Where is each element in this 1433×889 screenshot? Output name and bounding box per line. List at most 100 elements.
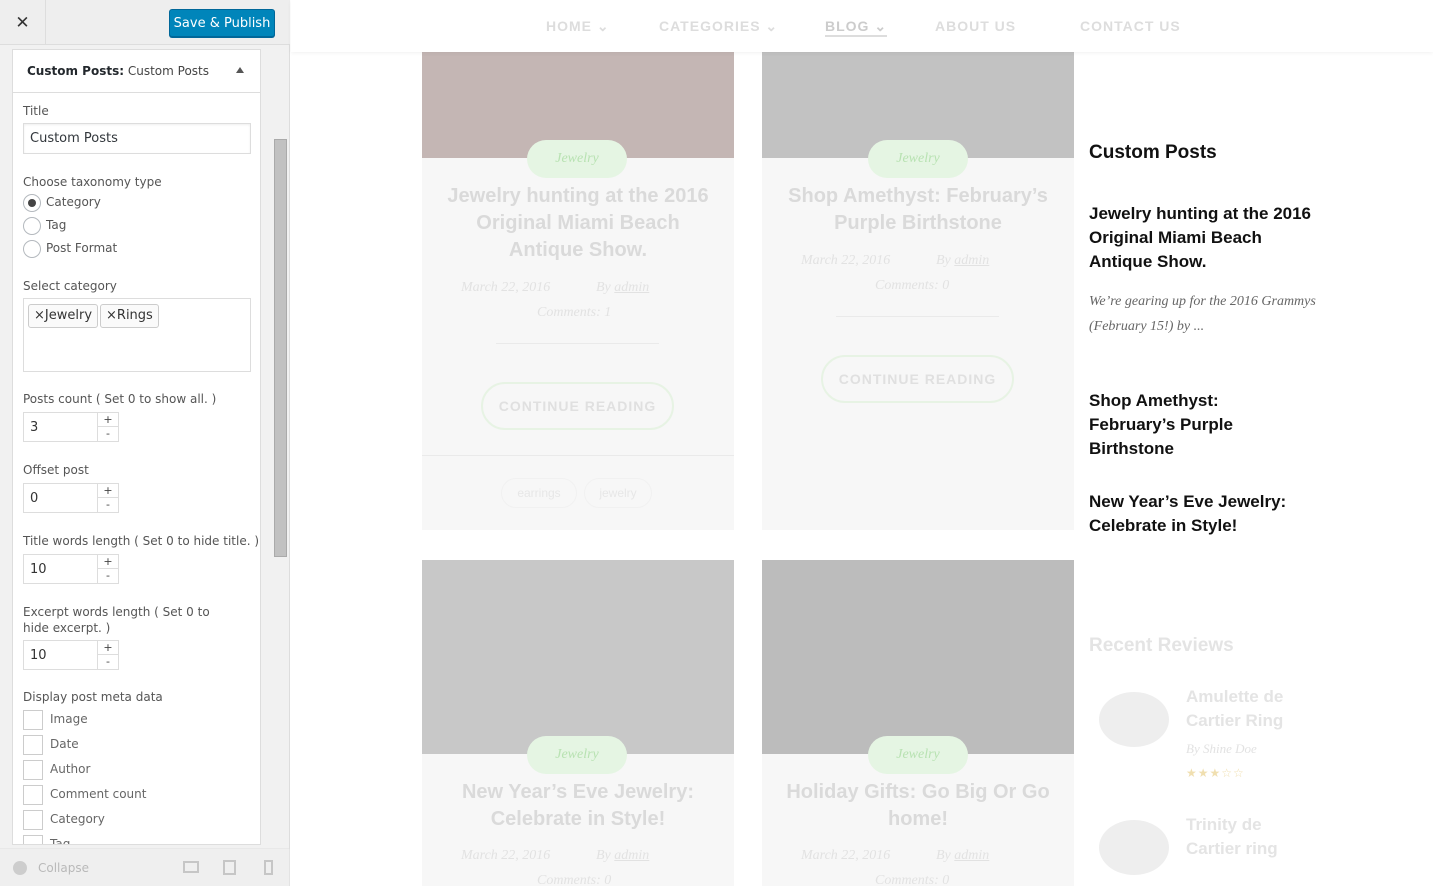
close-icon[interactable]: ✕	[0, 0, 46, 45]
collapse-icon[interactable]	[13, 861, 27, 875]
radio-tag-label: Tag	[46, 218, 67, 232]
widget-title: Custom Posts	[1089, 142, 1217, 163]
desktop-preview-icon[interactable]	[183, 861, 199, 873]
checkbox-comment-count[interactable]	[23, 785, 43, 805]
excerpt-words-value[interactable]: 10	[30, 648, 47, 663]
chip-label: Rings	[116, 308, 153, 323]
review-product-name[interactable]: Trinity de Cartier ring	[1186, 813, 1296, 861]
mobile-preview-icon[interactable]	[264, 860, 273, 875]
title-input[interactable]: Custom Posts	[23, 123, 251, 154]
decrement-button[interactable]: -	[97, 569, 118, 583]
post-author[interactable]: admin	[614, 280, 649, 295]
nav-home[interactable]: HOME ⌄	[546, 18, 610, 35]
chip-remove-icon[interactable]: ×	[34, 308, 45, 323]
post-title[interactable]: Jewelry hunting at the 2016 Original Mia…	[437, 183, 719, 264]
category-label: Select category	[23, 279, 117, 293]
post-title[interactable]: Holiday Gifts: Go Big Or Go home!	[777, 779, 1059, 833]
title-words-label: Title words length ( Set 0 to hide title…	[23, 534, 260, 548]
post-title[interactable]: New Year’s Eve Jewelry: Celebrate in Sty…	[437, 779, 719, 833]
title-words-value[interactable]: 10	[30, 562, 47, 577]
widget-type: Custom Posts:	[27, 64, 125, 78]
custom-post-title[interactable]: Jewelry hunting at the 2016 Original Mia…	[1089, 202, 1323, 274]
post-comments[interactable]: Comments: 0	[875, 278, 949, 294]
post-category-badge[interactable]: Jewelry	[868, 140, 968, 178]
chip-label: Jewelry	[44, 308, 93, 323]
custom-post-title[interactable]: Shop Amethyst: February’s Purple Birthst…	[1089, 389, 1289, 461]
nav-about[interactable]: ABOUT US	[935, 18, 1016, 34]
nav-categories[interactable]: CATEGORIES ⌄	[659, 18, 778, 35]
radio-post-format[interactable]	[23, 240, 41, 258]
posts-count-value[interactable]: 3	[30, 420, 38, 435]
chip-jewelry[interactable]: ×Jewelry	[28, 304, 99, 328]
increment-button[interactable]: +	[97, 555, 118, 569]
collapse-arrow-icon[interactable]	[236, 67, 244, 73]
post-date: March 22, 2016	[461, 848, 551, 863]
post-comments[interactable]: Comments: 0	[537, 873, 611, 889]
checkbox-author-label: Author	[50, 762, 91, 776]
checkbox-tag[interactable]	[23, 835, 43, 844]
checkbox-category[interactable]	[23, 810, 43, 830]
panel-scrollbar[interactable]	[273, 45, 289, 845]
review-product-name[interactable]: Amulette de Cartier Ring	[1186, 685, 1316, 733]
nav-categories-label: CATEGORIES	[659, 18, 761, 34]
recent-reviews-title: Recent Reviews	[1089, 635, 1234, 656]
checkbox-date[interactable]	[23, 735, 43, 755]
post-image-3[interactable]	[422, 560, 734, 754]
tag-link[interactable]: jewelry	[584, 478, 652, 508]
post-image-4[interactable]	[762, 560, 1074, 754]
widget-header[interactable]: Custom Posts: Custom Posts	[13, 50, 260, 93]
radio-tag[interactable]	[23, 217, 41, 235]
widget-settings-panel: Custom Posts: Custom Posts Title Custom …	[12, 49, 261, 845]
post-date: March 22, 2016	[801, 253, 891, 268]
category-select[interactable]: ×Jewelry ×Rings	[23, 298, 251, 372]
meta-label: Display post meta data	[23, 690, 163, 704]
scrollbar-thumb[interactable]	[274, 139, 287, 557]
increment-button[interactable]: +	[97, 413, 118, 427]
post-title[interactable]: Shop Amethyst: February’s Purple Birthst…	[777, 183, 1059, 237]
post-by: By admin	[936, 253, 989, 269]
title-words-stepper[interactable]: 10 + -	[23, 554, 119, 584]
post-category-badge[interactable]: Jewelry	[868, 736, 968, 774]
continue-reading-button[interactable]: CONTINUE READING	[481, 382, 674, 430]
review-image[interactable]	[1099, 692, 1169, 747]
increment-button[interactable]: +	[97, 484, 118, 498]
posts-count-stepper[interactable]: 3 + -	[23, 412, 119, 442]
post-date: March 22, 2016	[461, 280, 551, 295]
nav-contact[interactable]: CONTACT US	[1080, 18, 1181, 34]
increment-button[interactable]: +	[97, 641, 118, 655]
custom-post-title[interactable]: New Year’s Eve Jewelry: Celebrate in Sty…	[1089, 490, 1319, 538]
post-comments[interactable]: Comments: 1	[537, 305, 611, 321]
chip-rings[interactable]: ×Rings	[100, 304, 159, 328]
post-by-label: By	[596, 848, 611, 863]
checkbox-category-label: Category	[50, 812, 105, 826]
decrement-button[interactable]: -	[97, 427, 118, 441]
offset-stepper[interactable]: 0 + -	[23, 483, 119, 513]
customizer-footer: Collapse	[0, 848, 290, 886]
radio-category[interactable]	[23, 194, 41, 212]
tablet-preview-icon[interactable]	[223, 860, 236, 875]
post-author[interactable]: admin	[954, 848, 989, 863]
chip-remove-icon[interactable]: ×	[106, 308, 117, 323]
offset-label: Offset post	[23, 463, 89, 477]
nav-blog[interactable]: BLOG ⌄	[825, 18, 888, 37]
offset-value[interactable]: 0	[30, 491, 38, 506]
checkbox-author[interactable]	[23, 760, 43, 780]
save-publish-button[interactable]: Save & Publish	[169, 9, 275, 37]
review-image[interactable]	[1099, 820, 1169, 875]
continue-reading-button[interactable]: CONTINUE READING	[821, 355, 1014, 403]
post-author[interactable]: admin	[954, 253, 989, 268]
post-category-badge[interactable]: Jewelry	[527, 736, 627, 774]
site-navigation: HOME ⌄ CATEGORIES ⌄ BLOG ⌄ ABOUT US CONT…	[291, 0, 1433, 52]
post-by: By admin	[936, 848, 989, 864]
nav-blog-label: BLOG	[825, 18, 870, 34]
excerpt-words-stepper[interactable]: 10 + -	[23, 640, 119, 670]
post-category-badge[interactable]: Jewelry	[527, 140, 627, 178]
checkbox-image[interactable]	[23, 710, 43, 730]
chevron-down-icon: ⌄	[765, 18, 779, 34]
post-comments[interactable]: Comments: 0	[875, 873, 949, 889]
decrement-button[interactable]: -	[97, 498, 118, 512]
tag-link[interactable]: earrings	[501, 478, 577, 508]
collapse-label[interactable]: Collapse	[38, 861, 89, 875]
decrement-button[interactable]: -	[97, 655, 118, 669]
post-author[interactable]: admin	[614, 848, 649, 863]
